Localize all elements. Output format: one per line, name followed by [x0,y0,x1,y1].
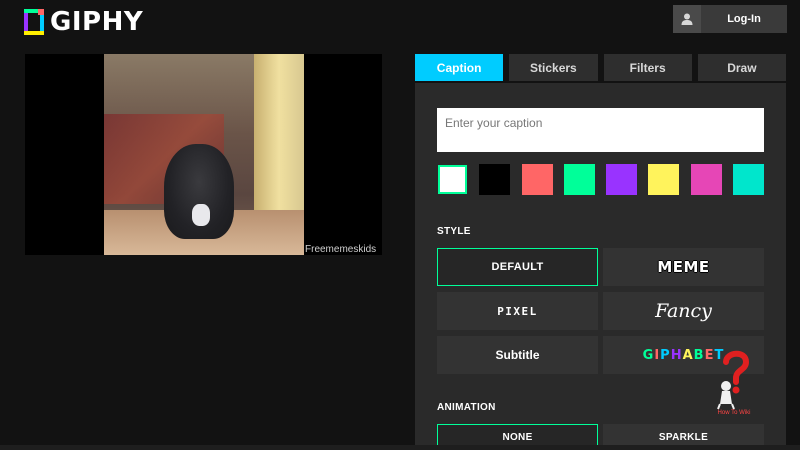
giphy-logo[interactable]: GIPHY [24,7,143,37]
tab-stickers[interactable]: Stickers [509,54,598,81]
color-swatch-black[interactable] [479,164,511,195]
tab-filters[interactable]: Filters [603,54,692,81]
logo-text: GIPHY [50,7,144,37]
style-subtitle-button[interactable]: Subtitle [437,336,598,374]
gif-image [104,54,304,255]
tab-caption[interactable]: Caption [415,54,504,81]
style-default-button[interactable]: DEFAULT [437,248,598,286]
how-to-wiki-badge: How To Wiki [712,348,756,420]
caption-input[interactable] [437,108,764,152]
animation-section-label: ANIMATION [437,402,496,413]
color-swatch-red[interactable] [521,164,553,195]
how-to-wiki-caption: How To Wiki [717,410,751,416]
giphy-caption-editor: GIPHY Log-In Freememeskids Caption Stick… [0,0,800,450]
color-swatch-pink[interactable] [690,164,722,195]
color-swatch-yellow[interactable] [648,164,680,195]
giphabet-letter: B [693,347,705,363]
editor-tabs: Caption Stickers Filters Draw [415,54,786,81]
question-mark-icon [717,350,750,410]
tab-draw[interactable]: Draw [697,54,786,81]
page-bottom-edge [0,445,800,450]
style-pixel-button[interactable]: PIXEL [437,292,598,330]
giphabet-letter: P [660,347,671,363]
style-section-label: STYLE [437,226,471,237]
color-swatch-green[interactable] [563,164,595,195]
color-swatch-cyan[interactable] [732,164,764,195]
color-swatches [437,164,764,195]
giphabet-letter: H [670,347,683,363]
gif-preview: Freememeskids [25,54,382,255]
color-swatch-purple[interactable] [606,164,638,195]
giphy-logo-icon [24,9,44,35]
login-label: Log-In [727,13,761,25]
user-icon [673,5,701,33]
color-swatch-white[interactable] [437,164,468,195]
gif-watermark: Freememeskids [305,244,377,255]
giphabet-letter: A [682,347,694,363]
style-meme-button[interactable]: MEME [603,248,764,286]
login-button[interactable]: Log-In [673,5,787,33]
style-fancy-button[interactable]: Fancy [603,292,764,330]
giphabet-letter: G [642,347,655,363]
